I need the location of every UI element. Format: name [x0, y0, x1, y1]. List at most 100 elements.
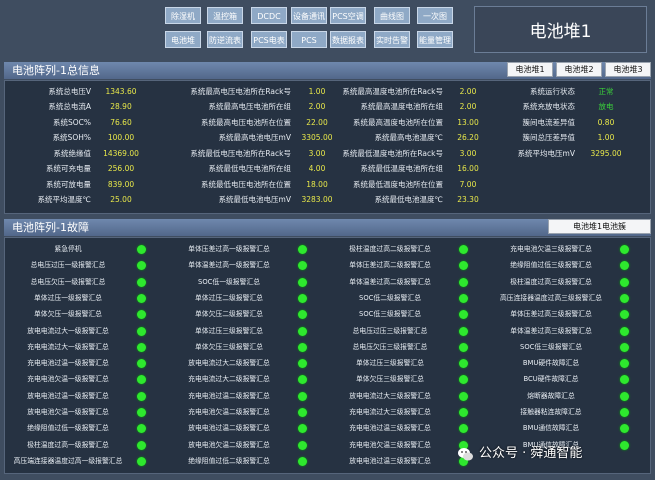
fault-item: 高压端连接器温度过高一级报警汇总 [7, 455, 157, 468]
fault-item: 单体温差过高二级报警汇总 [329, 276, 479, 289]
fault-label: 单体欠压三级报警汇总 [356, 375, 424, 384]
fault-item: 绝缘阻值过低三级报警汇总 [490, 259, 640, 272]
nav-button-10[interactable]: PCS电表 [251, 31, 287, 48]
status-indicator-icon [298, 342, 307, 352]
summary-value: 100.00 [107, 133, 135, 142]
fault-item: 单体温差过高三级报警汇总 [490, 325, 640, 338]
nav-button-13[interactable]: 实时告警 [374, 31, 410, 48]
summary-value: 3.00 [459, 149, 477, 158]
fault-label: 放电电池过温二级报警汇总 [188, 424, 270, 433]
fault-item: BCU硬件故障汇总 [490, 373, 640, 386]
fault-label: 总电压过压三级报警汇总 [352, 326, 428, 335]
tab-battery-stack-1[interactable]: 电池堆1 [507, 62, 553, 77]
summary-header: 电池阵列-1总信息 [4, 62, 651, 79]
status-indicator-icon [298, 424, 307, 434]
fault-label: 单体过压三级报警汇总 [356, 359, 424, 368]
fault-label: 充电电流过大二级报警汇总 [188, 375, 270, 384]
fault-item: 单体过压一级报警汇总 [7, 292, 157, 305]
status-indicator-icon [620, 277, 629, 287]
summary-row: 系统最低温度电池所在组 16.00 [325, 163, 489, 175]
summary-value: 839.00 [107, 180, 135, 189]
fault-label: 单体过压三级报警汇总 [195, 326, 263, 335]
tab-battery-stack-3[interactable]: 电池堆3 [605, 62, 651, 77]
summary-label: 系统总电压V [48, 87, 91, 96]
summary-value: 7.00 [459, 180, 477, 189]
summary-row: 系统平均电压mV 3295.00 [490, 148, 629, 160]
fault-item: 总电压过压一级报警汇总 [7, 259, 157, 272]
summary-label: 系统最高电压电池所在组 [208, 102, 292, 111]
fault-item: 单体压差过高一级报警汇总 [168, 243, 318, 256]
tab-battery-clusters[interactable]: 电池堆1电池簇 [548, 219, 651, 234]
nav-button-9[interactable]: 防逆流表 [207, 31, 243, 48]
summary-label: 系统最低温度电池所在组 [360, 164, 444, 173]
summary-row: 系统最低温度电池所在Rack号 3.00 [325, 148, 489, 160]
summary-label: 系统最低电压电池所在位置 [201, 180, 291, 189]
fault-item: 放电电流过大一级报警汇总 [7, 325, 157, 338]
fault-item: 单体欠压三级报警汇总 [329, 373, 479, 386]
nav-button-7[interactable]: 一次图 [417, 7, 453, 24]
summary-value: 28.90 [110, 102, 132, 111]
fault-item: 放电电池欠温一级报警汇总 [7, 406, 157, 419]
fault-item: 紧急停机 [7, 243, 157, 256]
fault-label: 单体压差过高二级报警汇总 [349, 261, 431, 270]
status-indicator-icon [298, 440, 307, 450]
status-indicator-icon [137, 261, 146, 271]
summary-value: 1343.60 [105, 87, 137, 96]
fault-label: 放电电流过大三级报警汇总 [349, 391, 431, 400]
fault-item: 总电压过压三级报警汇总 [329, 325, 479, 338]
tab-battery-stack-2[interactable]: 电池堆2 [556, 62, 602, 77]
nav-button-2[interactable]: 温控箱 [207, 7, 243, 24]
summary-label: 系统最高温度电池所在组 [360, 102, 444, 111]
status-indicator-icon [137, 375, 146, 385]
status-indicator-icon [137, 245, 146, 254]
fault-panel: 紧急停机 总电压过压一级报警汇总 总电压欠压一级报警汇总 单体过压一级报警汇总 单体欠压… [4, 237, 651, 474]
summary-row: 系统最高电压电池所在位置 22.00 [155, 117, 339, 129]
fault-item: 绝缘阻值过低二级报警汇总 [168, 455, 318, 468]
summary-value: 13.00 [457, 118, 479, 127]
fault-item: SOC低二级报警汇总 [329, 292, 479, 305]
status-indicator-icon [459, 261, 468, 271]
nav-button-12[interactable]: 数据报表 [330, 31, 366, 48]
summary-label: 系统SOH% [52, 133, 91, 142]
summary-label: 系统绝缘值 [53, 149, 92, 158]
summary-row: 系统最高温度电池所在位置 13.00 [325, 117, 489, 129]
fault-item: 放电电流过大二级报警汇总 [168, 357, 318, 370]
fault-label: 充电电池欠温三级报警汇总 [349, 440, 431, 449]
summary-label: 系统最高电池电压mV [218, 133, 291, 142]
fault-label: 紧急停机 [54, 245, 82, 253]
fault-label: 单体温差过高一级报警汇总 [188, 261, 270, 270]
fault-item: 接触器粘连故障汇总 [490, 406, 640, 419]
nav-button-14[interactable]: 能量管理 [417, 31, 453, 48]
status-indicator-icon [137, 359, 146, 369]
fault-label: 极柱温度过高二级报警汇总 [349, 245, 431, 253]
summary-value: 放电 [598, 102, 614, 111]
nav-button-6[interactable]: 曲线图 [374, 7, 410, 24]
nav-button-1[interactable]: 除湿机 [165, 7, 201, 24]
fault-item: 充电电流过大一级报警汇总 [7, 341, 157, 354]
summary-row: 系统绝缘值 14369.00 [5, 148, 145, 160]
nav-button-8[interactable]: 电池堆 [165, 31, 201, 48]
summary-row: 系统总电流A 28.90 [5, 101, 145, 113]
nav-button-11[interactable]: PCS [291, 31, 327, 48]
nav-button-4[interactable]: 设备通讯 [291, 7, 327, 24]
summary-value: 76.60 [110, 118, 132, 127]
fault-item: 总电压欠压三级报警汇总 [329, 341, 479, 354]
fault-item: 充电电池欠温二级报警汇总 [168, 406, 318, 419]
summary-label: 系统最低电池电压mV [218, 195, 291, 204]
fault-label: 接触器粘连故障汇总 [520, 408, 582, 416]
summary-label: 簇间电流差异值 [522, 118, 576, 127]
fault-label: 充电电流过大一级报警汇总 [27, 342, 109, 351]
status-indicator-icon [298, 391, 307, 401]
fault-label: 充电电池欠温二级报警汇总 [188, 408, 270, 416]
nav-button-5[interactable]: PCS空调 [330, 7, 366, 24]
summary-row: 系统SOC% 76.60 [5, 117, 145, 129]
fault-label: 单体欠压一级报警汇总 [34, 310, 102, 319]
fault-label: 高压端连接器温度过高一级报警汇总 [13, 456, 123, 465]
watermark: 公众号 · 舜通智能 [457, 441, 653, 467]
nav-button-3[interactable]: DCDC [251, 7, 287, 24]
summary-info-panel: 系统总电压V 1343.60 系统总电流A 28.90 系统SOC% 76.60 系统SOH… [4, 80, 651, 214]
status-indicator-icon [298, 408, 307, 417]
summary-label: 簇间总压差异值 [522, 133, 576, 142]
fault-label: 总电压过压一级报警汇总 [30, 261, 106, 270]
status-indicator-icon [137, 293, 146, 303]
